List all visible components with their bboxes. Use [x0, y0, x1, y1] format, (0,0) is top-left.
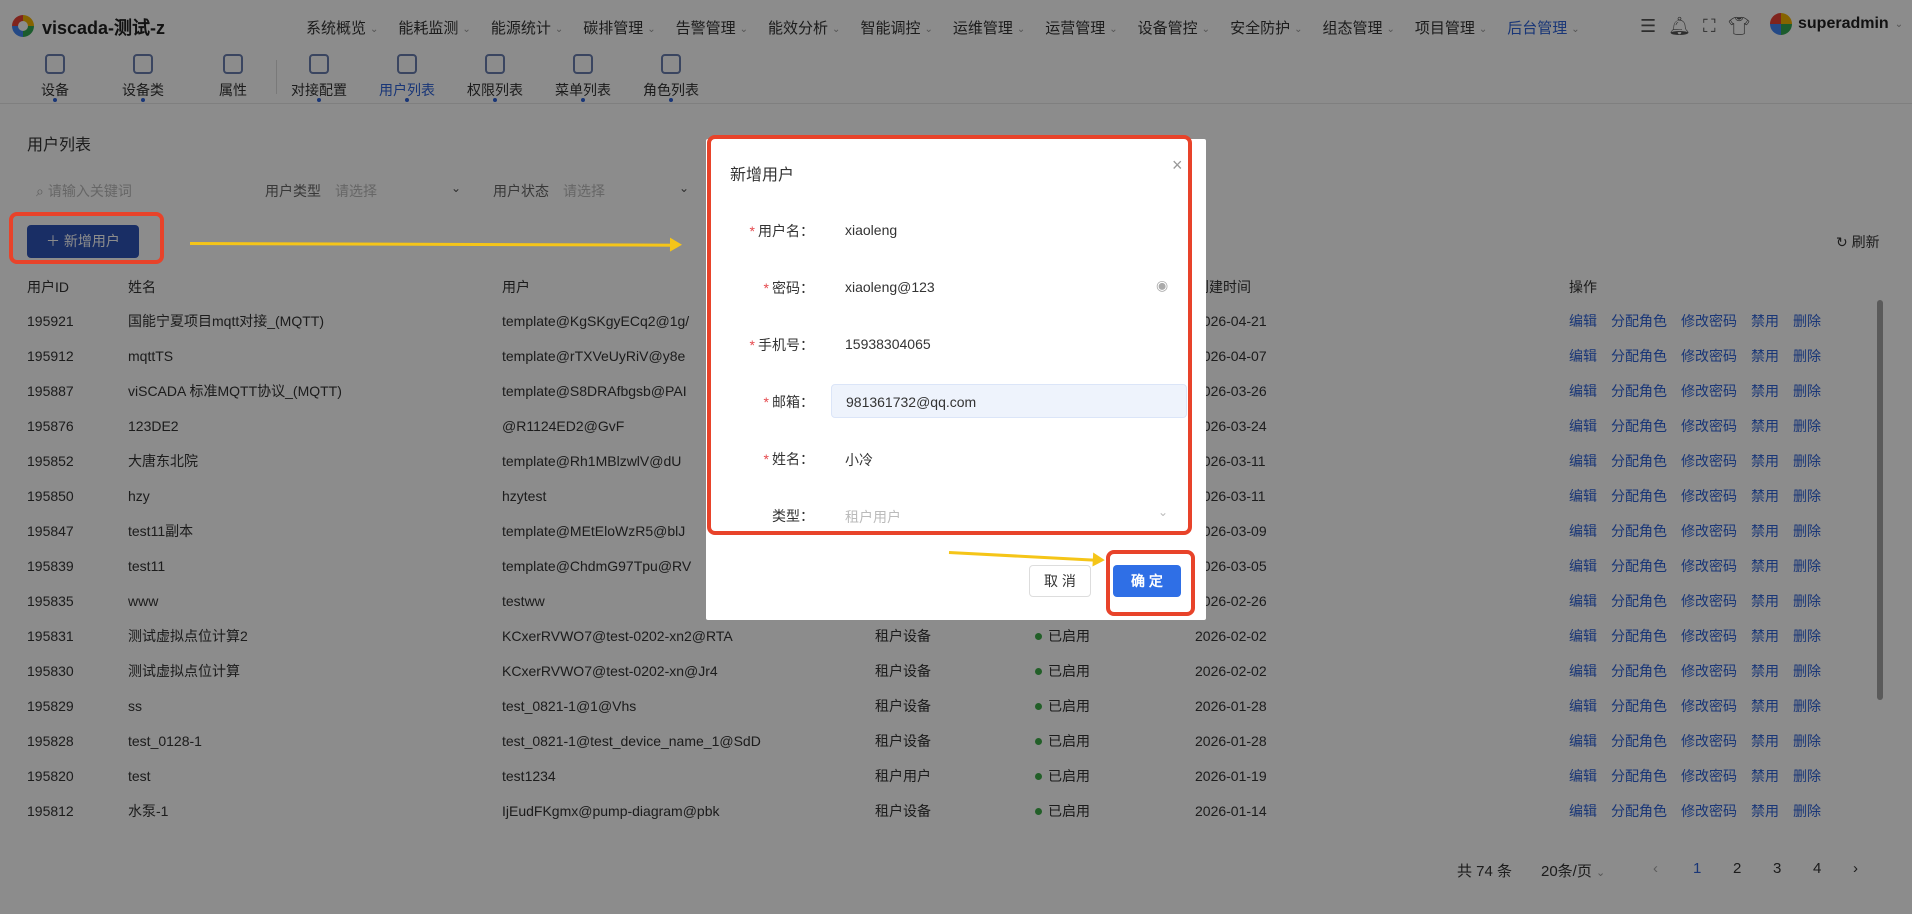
highlight-add-button	[9, 212, 164, 264]
scrollbar[interactable]	[1877, 300, 1883, 700]
highlight-form	[707, 135, 1192, 535]
cancel-button[interactable]: 取 消	[1029, 565, 1091, 597]
highlight-confirm	[1106, 550, 1195, 616]
